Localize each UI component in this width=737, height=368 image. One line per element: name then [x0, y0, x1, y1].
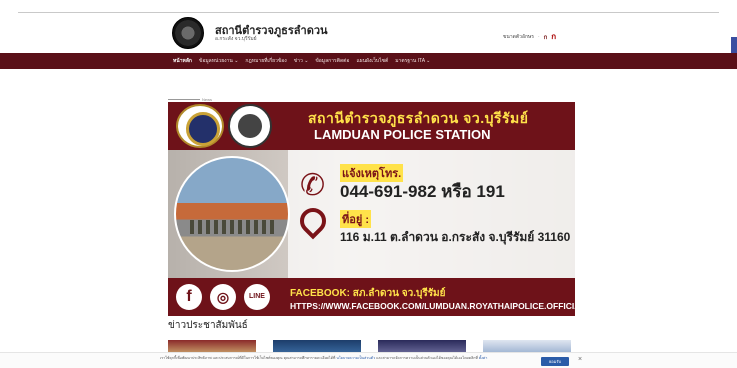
station-banner[interactable]: สถานีตำรวจภูธรลำดวน จว.บุรีรัมย์ LAMDUAN… [168, 102, 575, 316]
cookie-message: เราใช้คุกกี้เพื่อพัฒนาประสิทธิภาพ และประ… [160, 356, 530, 361]
station-photo [174, 156, 290, 272]
pr-news-heading: ข่าวประชาสัมพันธ์ [168, 320, 248, 331]
nav-contact[interactable]: ข้อมูลการติดต่อ [315, 57, 349, 65]
nav-ita[interactable]: มาตรฐาน ITA ⌄ [395, 57, 430, 65]
site-header: สถานีตำรวจภูธรลำดวน อ.กระสัง จว.บุรีรัมย… [0, 13, 737, 53]
officers-image [190, 220, 278, 234]
site-subtitle: อ.กระสัง จว.บุรีรัมย์ [215, 36, 257, 42]
nav-news[interactable]: ข่าว ⌄ [294, 57, 309, 65]
font-small-button[interactable]: ก [544, 32, 548, 42]
font-size-label: ขนาดตัวอักษร [503, 33, 534, 40]
close-icon[interactable]: × [578, 356, 582, 363]
font-large-button[interactable]: ก [551, 30, 556, 43]
cookie-settings-link[interactable]: ตั้งค่า [479, 356, 488, 360]
banner-body: ✆ แจ้งเหตุโทร. 044-691-982 หรือ 191 ที่อ… [168, 150, 575, 278]
cookie-text: เราใช้คุกกี้เพื่อพัฒนาประสิทธิภาพ และประ… [160, 356, 336, 360]
address-text: 116 ม.11 ต.ลำดวน อ.กระสัง จ.บุรีรัมย์ 31… [340, 230, 571, 244]
address-label: ที่อยู่ : [340, 210, 372, 228]
privacy-policy-link[interactable]: นโยบายความเป็นส่วนตัว [336, 356, 375, 360]
font-size-controls: ขนาดตัวอักษร · ก ก [503, 30, 556, 43]
nav-about[interactable]: ข้อมูลหน่วยงาน ⌄ [199, 57, 238, 65]
cookie-text-2: และสามารถจัดการความเป็นส่วนตัวเองได้ของค… [376, 356, 478, 360]
banner-footer: f ◎ LINE FACEBOOK: สภ.ลำดวน จว.บุรีรัมย์… [168, 278, 575, 316]
station-seal-icon [228, 104, 272, 148]
main-navbar: หน้าหลัก ข้อมูลหน่วยงาน ⌄ กฎหมายที่เกี่ย… [0, 53, 737, 69]
police-seal-icon [176, 104, 224, 148]
phone-icon: ✆ [300, 169, 326, 202]
facebook-label: FACEBOOK: สภ.ลำดวน จว.บุรีรัมย์ [290, 288, 446, 299]
line-icon: LINE [244, 284, 270, 310]
cookie-consent-bar: เราใช้คุกกี้เพื่อพัฒนาประสิทธิภาพ และประ… [0, 352, 737, 368]
banner-header: สถานีตำรวจภูธรลำดวน จว.บุรีรัมย์ LAMDUAN… [168, 102, 575, 150]
font-size-separator: · [537, 33, 540, 40]
facebook-url: HTTPS://WWW.FACEBOOK.COM/LUMDUAN.ROYATHA… [290, 301, 575, 311]
accept-cookies-button[interactable]: ยอมรับ [541, 357, 569, 366]
nav-laws[interactable]: กฎหมายที่เกี่ยวข้อง [245, 57, 286, 65]
banner-title-english: LAMDUAN POLICE STATION [314, 127, 491, 142]
banner-overlay [288, 150, 575, 278]
instagram-icon: ◎ [210, 284, 236, 310]
phone-number: 044-691-982 หรือ 191 [340, 182, 505, 201]
police-logo[interactable] [172, 17, 204, 49]
facebook-icon: f [176, 284, 202, 310]
nav-home[interactable]: หน้าหลัก [173, 57, 192, 65]
nav-sitemap[interactable]: แผนผังเว็บไซต์ [356, 57, 388, 65]
